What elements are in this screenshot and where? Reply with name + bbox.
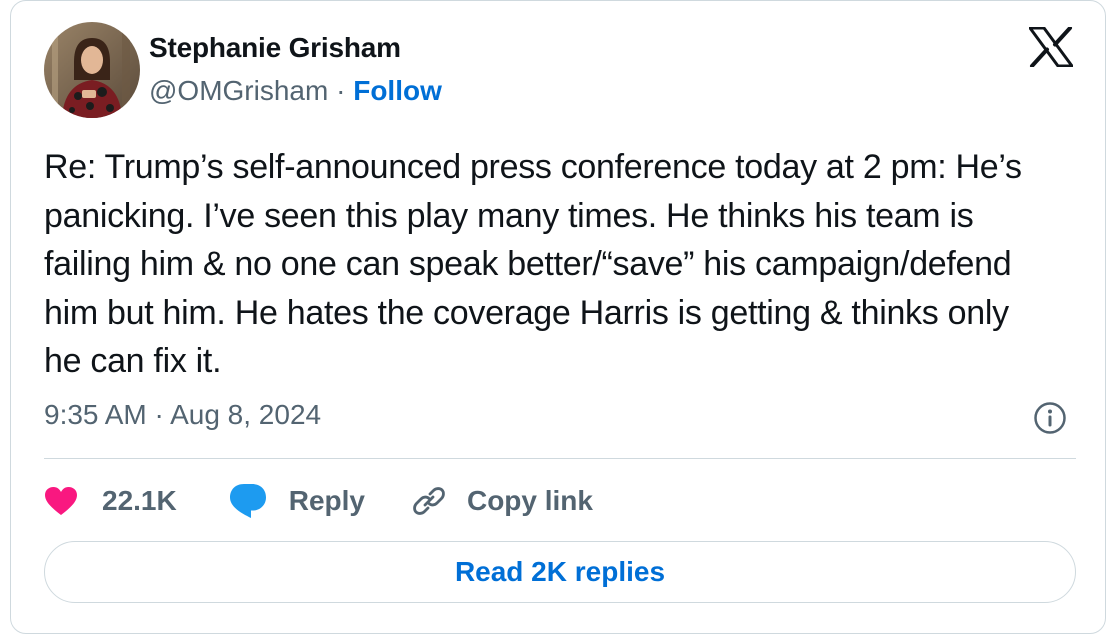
follow-button[interactable]: Follow — [353, 75, 442, 106]
divider — [44, 458, 1076, 459]
copy-link-button[interactable]: Copy link — [411, 483, 593, 519]
avatar[interactable] — [44, 22, 140, 118]
action-bar: 22.1K Reply Copy link — [44, 477, 593, 525]
author-display-name[interactable]: Stephanie Grisham — [149, 32, 401, 64]
copy-link-label: Copy link — [466, 485, 593, 516]
link-icon — [411, 483, 447, 519]
tweet-timestamp[interactable]: 9:35 AM · Aug 8, 2024 — [44, 399, 321, 431]
like-button[interactable]: 22.1K — [44, 485, 177, 517]
avatar-image — [44, 22, 140, 118]
like-count: 22.1K — [102, 485, 177, 516]
speech-bubble-icon — [229, 483, 267, 519]
heart-icon — [44, 486, 78, 516]
author-handle-row: @OMGrisham · Follow — [149, 75, 442, 107]
read-replies-button[interactable]: Read 2K replies — [44, 541, 1076, 603]
author-handle[interactable]: @OMGrisham — [149, 75, 328, 106]
info-icon[interactable] — [1033, 401, 1067, 435]
tweet-text: Re: Trump’s self-announced press confere… — [44, 148, 1022, 380]
reply-label: Reply — [288, 485, 365, 516]
x-logo-icon[interactable] — [1028, 26, 1074, 68]
tweet-card: Stephanie Grisham @OMGrisham · Follow Re… — [10, 0, 1106, 634]
handle-separator: · — [336, 75, 346, 106]
reply-button[interactable]: Reply — [229, 483, 365, 519]
